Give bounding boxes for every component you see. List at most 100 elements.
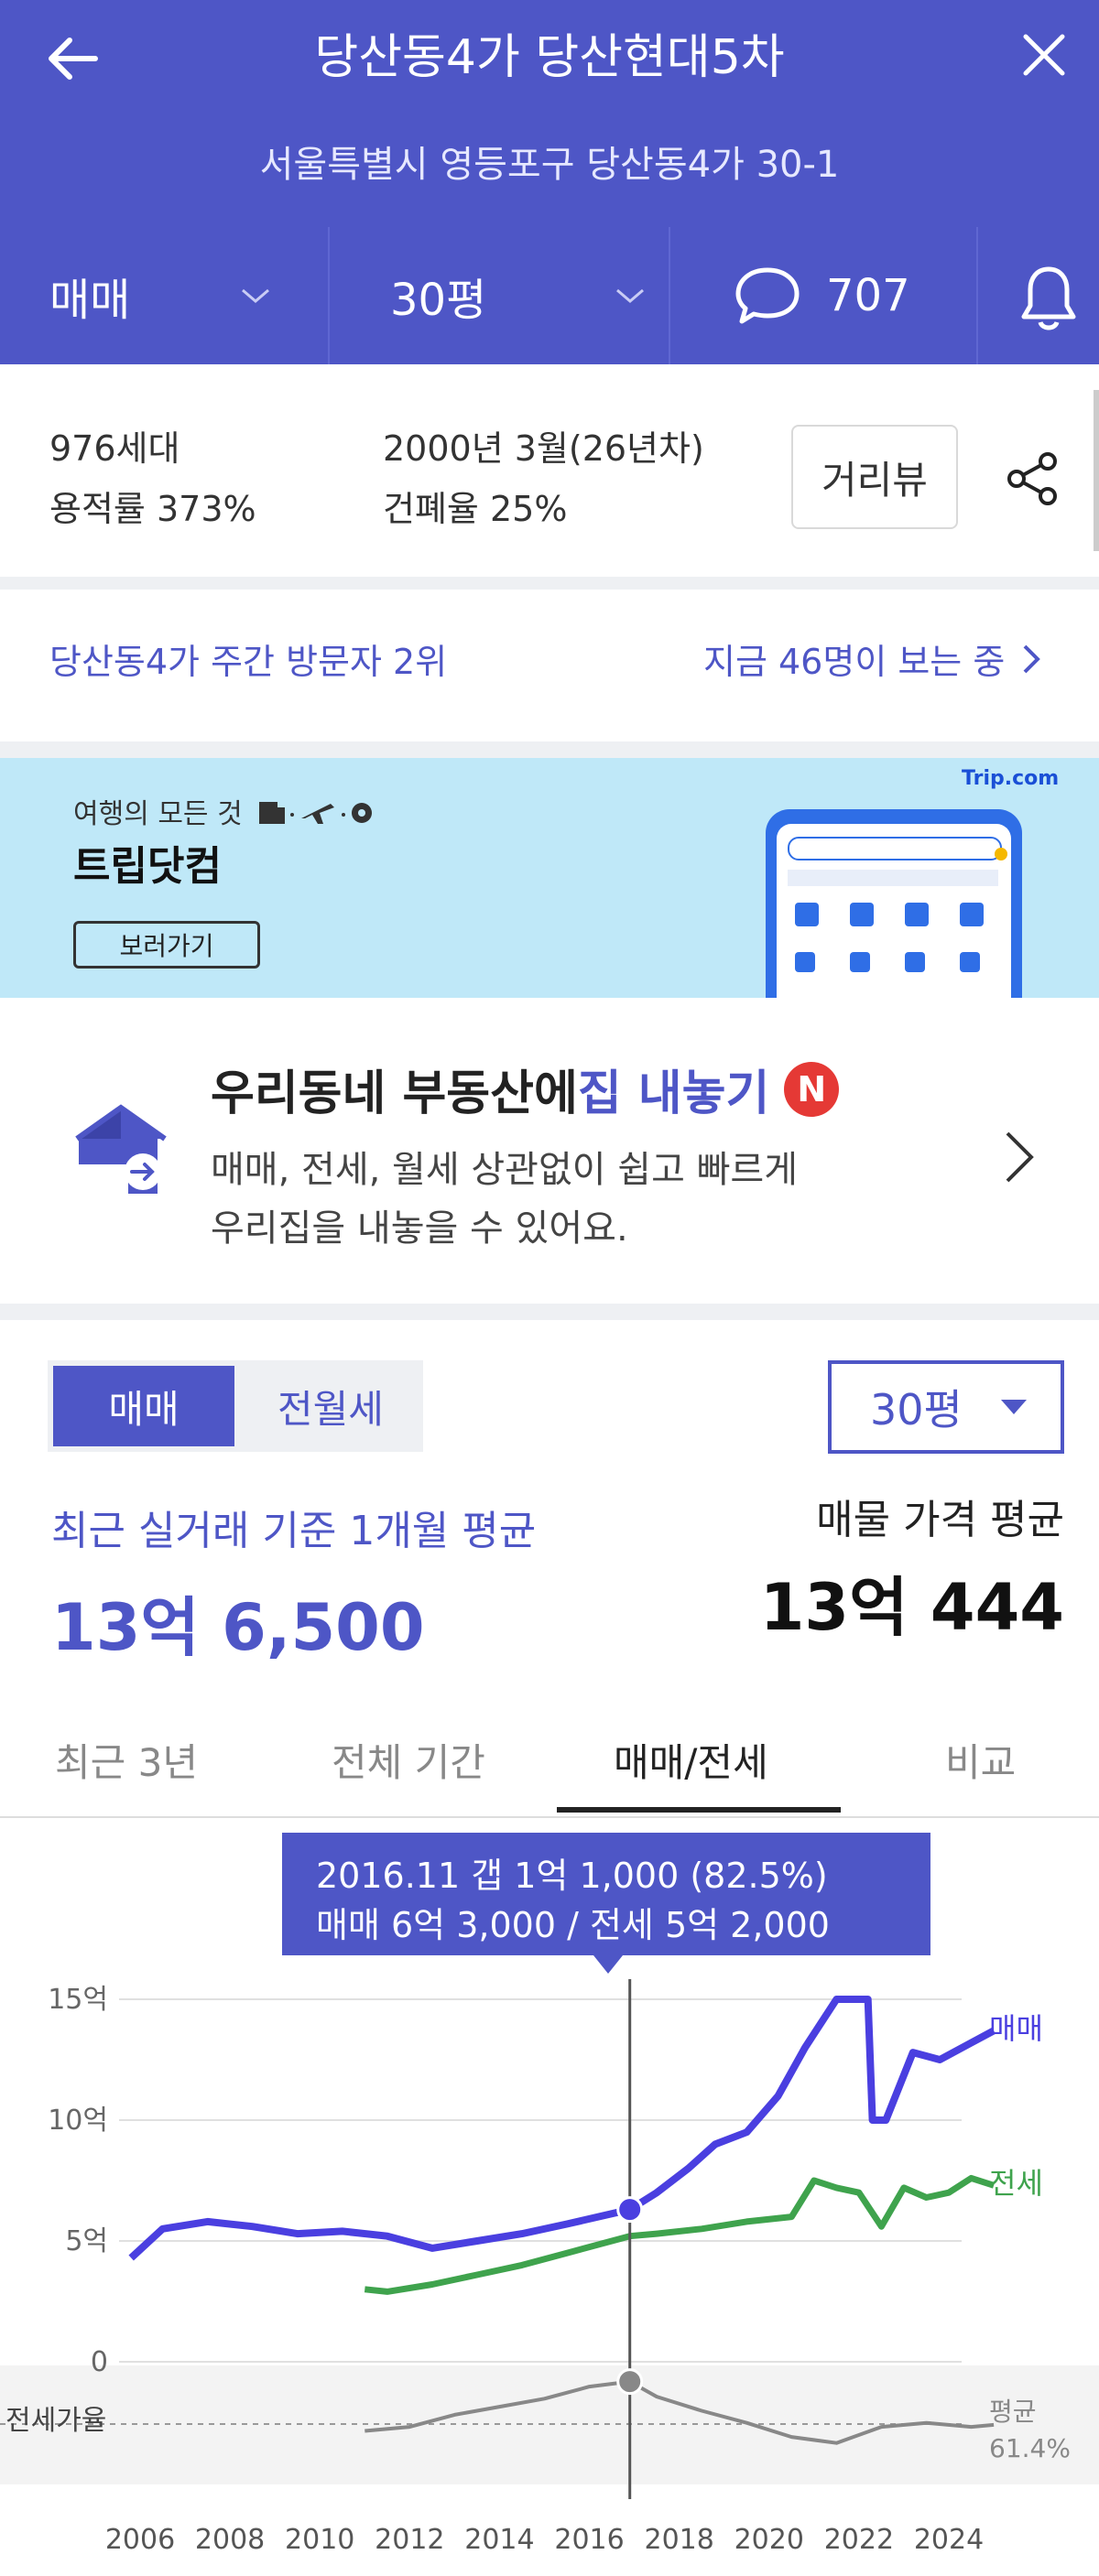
- x-tick-label: 2012: [375, 2524, 444, 2556]
- floor-area-ratio: 용적률 373%: [49, 489, 256, 529]
- speech-bubble-icon: [735, 267, 800, 324]
- chevron-down-icon: [616, 288, 645, 303]
- chart-grid: [0, 1998, 962, 2425]
- tab-rent[interactable]: 전월세: [244, 1366, 418, 1446]
- now-viewing-text: 지금 46명이 보는 중: [703, 642, 1006, 682]
- x-tick-label: 2018: [644, 2524, 713, 2556]
- listing-desc-line: 매매, 전세, 월세 상관없이 쉽고 빠르게: [211, 1149, 799, 1191]
- x-tick-label: 2008: [195, 2524, 265, 2556]
- ad-phone-icon: [905, 952, 925, 972]
- new-badge: N: [784, 1061, 840, 1117]
- trade-type-dropdown[interactable]: 매매: [49, 227, 315, 364]
- tab-recent-3y[interactable]: 최근 3년: [55, 1703, 198, 1816]
- ad-phone-icon: [850, 952, 870, 972]
- tooltip-box: [282, 1833, 930, 1974]
- ad-banner[interactable]: 여행의 모든 것 트립닷컴 보러가기 Trip.com: [0, 758, 1099, 998]
- x-tick-label: 2016: [554, 2524, 624, 2556]
- ad-phone-icon: [795, 903, 819, 926]
- ratio-axis-label: 전세가율: [5, 2405, 106, 2437]
- trade-type-label: 매매: [49, 275, 131, 326]
- bell-icon[interactable]: [1018, 264, 1079, 333]
- highlight-point: [616, 2196, 644, 2224]
- listing-price-label: 매물 가격 평균: [816, 1497, 1064, 1543]
- comment-count: 707: [826, 270, 910, 321]
- jeonse-series-label: 전세: [989, 2166, 1043, 2201]
- avg-label: 평균: [989, 2397, 1037, 2427]
- y-tick-label: 0: [91, 2346, 108, 2378]
- header-divider: [669, 227, 670, 364]
- tooltip-line: 2016.11 갭 1억 1,000 (82.5%): [316, 1856, 828, 1896]
- period-tabs: 최근 3년 전체 기간 매매/전세 비교: [0, 1703, 1099, 1818]
- highlight-point: [616, 2368, 644, 2396]
- ad-phone-icon: [960, 903, 984, 926]
- section-divider: [0, 577, 1099, 590]
- tab-compare[interactable]: 비교: [945, 1703, 1016, 1816]
- chevron-down-icon: [242, 288, 270, 303]
- chevron-right-icon: [1006, 1131, 1034, 1183]
- x-axis-ticks: 2006 2008 2010 2012 2014 2016 2018 2020 2022 2024: [105, 2524, 984, 2556]
- house-upload-icon: [75, 1104, 167, 1194]
- ad-view-button[interactable]: 보러가기: [73, 921, 260, 969]
- listing-title-row: 우리동네 부동산에 집 내놓기 N: [211, 1055, 840, 1123]
- built-date: 2000년 3월(26년차): [383, 428, 704, 469]
- market-tab-group: 매매 전월세: [48, 1360, 423, 1452]
- price-chart[interactable]: 15억10억5억0 2006 2008 2010 2012 2014 2016 2018 20…: [0, 1816, 1099, 2576]
- series-line: [128, 1996, 996, 2261]
- page-title: 당산동4가 당산현대5차: [314, 30, 785, 85]
- avg-value: 61.4%: [989, 2433, 1071, 2463]
- ad-phone-icon: [850, 903, 874, 926]
- x-tick-label: 2010: [285, 2524, 354, 2556]
- y-tick-label: 15억: [48, 1984, 108, 2016]
- chevron-right-icon: [1023, 644, 1041, 673]
- travel-icons: [258, 802, 372, 824]
- recent-price-label: 최근 실거래 기준 1개월 평균: [51, 1508, 537, 1554]
- ad-phone-row: [788, 870, 998, 886]
- y-tick-label: 5억: [65, 2225, 108, 2257]
- listing-price: 13억 444: [759, 1570, 1064, 1645]
- close-icon[interactable]: [1017, 27, 1072, 82]
- caret-down-icon: [1000, 1400, 1027, 1414]
- size-select[interactable]: 30평: [828, 1360, 1064, 1454]
- active-tab-indicator: [557, 1807, 841, 1813]
- listing-title-highlight: 집 내놓기: [577, 1066, 770, 1121]
- ad-small-text: 여행의 모든 것: [73, 798, 243, 830]
- y-tick-label: 10억: [48, 2105, 108, 2137]
- ad-phone-icon: [905, 903, 929, 926]
- y-axis-ticks: 15억 10억 5억 0: [48, 1984, 108, 2378]
- tab-sale[interactable]: 매매: [53, 1366, 234, 1446]
- road-view-button[interactable]: 거리뷰: [791, 425, 958, 529]
- tooltip-line: 매매 6억 3,000 / 전세 5억 2,000: [316, 1905, 830, 1945]
- x-tick-label: 2006: [105, 2524, 175, 2556]
- share-icon[interactable]: [1004, 450, 1061, 507]
- now-viewing-link[interactable]: 지금 46명이 보는 중: [703, 633, 1041, 684]
- comments-button[interactable]: 707: [733, 227, 971, 364]
- scrollbar[interactable]: [1094, 390, 1099, 551]
- header-divider: [328, 227, 330, 364]
- ad-dot: [995, 848, 1007, 860]
- recent-price: 13억 6,500: [51, 1590, 425, 1665]
- ad-phone-screen: [777, 824, 1011, 998]
- section-divider: [0, 1304, 1099, 1320]
- ad-small-text-row: 여행의 모든 것: [73, 791, 375, 831]
- coverage-ratio: 건폐율 25%: [383, 489, 568, 529]
- ad-phone-icon: [960, 952, 980, 972]
- header-divider: [976, 227, 978, 364]
- size-dropdown[interactable]: 30평: [390, 227, 656, 364]
- ad-phone-graphic: [766, 809, 1022, 998]
- list-home-banner[interactable]: 우리동네 부동산에 집 내놓기 N 매매, 전세, 월세 상관없이 쉽고 빠르게…: [0, 1012, 1099, 1304]
- visitor-rank[interactable]: 당산동4가 주간 방문자 2위: [49, 633, 447, 684]
- tab-all-period[interactable]: 전체 기간: [332, 1703, 485, 1816]
- x-tick-label: 2024: [914, 2524, 984, 2556]
- ad-brand: 트립닷컴: [73, 843, 222, 890]
- sale-series-label: 매매: [989, 2011, 1043, 2046]
- listing-desc-line: 우리집을 내놓을 수 있어요.: [211, 1207, 628, 1250]
- listing-desc: 매매, 전세, 월세 상관없이 쉽고 빠르게 우리집을 내놓을 수 있어요.: [211, 1141, 798, 1258]
- ad-phone-icon: [795, 952, 815, 972]
- ad-phone-search: [788, 837, 1002, 860]
- x-tick-label: 2020: [734, 2524, 804, 2556]
- size-select-value: 30평: [870, 1385, 963, 1434]
- households: 976세대: [49, 428, 180, 469]
- series-line: [364, 2174, 996, 2295]
- section-divider: [0, 741, 1099, 758]
- tab-sale-jeonse[interactable]: 매매/전세: [614, 1703, 768, 1816]
